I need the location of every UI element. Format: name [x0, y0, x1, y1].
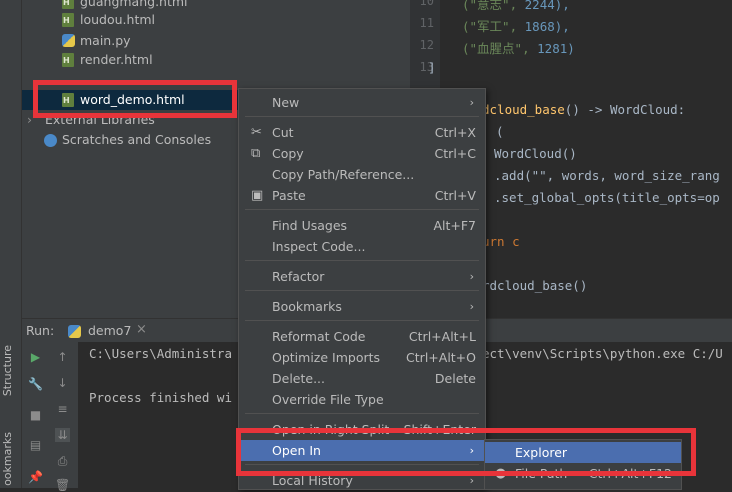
code-line: rdcloud_base() — [482, 278, 588, 293]
close-tab-icon[interactable]: × — [136, 322, 147, 337]
tree-item-label: loudou.html — [80, 12, 155, 27]
chevron-right-icon[interactable]: › — [27, 110, 32, 130]
menu-separator — [245, 290, 479, 291]
left-tool-strip: Structure ookmarks — [0, 0, 22, 488]
annotation-box-file — [33, 80, 237, 118]
chevron-right-icon: › — [469, 270, 474, 283]
code-line: urn c — [482, 234, 520, 249]
menu-item-copy-path[interactable]: Copy Path/Reference... — [239, 164, 485, 185]
code-line: WordCloud() — [494, 146, 577, 161]
menu-item-inspect-code[interactable]: Inspect Code... — [239, 236, 485, 257]
code-line: ("意志", 2244), — [462, 0, 570, 12]
wrench-icon[interactable]: 🔧 — [28, 377, 43, 391]
line-number: 10 — [419, 0, 434, 8]
console-line-suffix: ect\venv\Scripts\python.exe C:/U — [482, 346, 723, 361]
menu-separator — [245, 320, 479, 321]
scratches-icon — [44, 134, 57, 147]
soft-wrap-icon[interactable]: ≡ — [55, 402, 70, 416]
menu-item-override-file-type[interactable]: Override File Type — [239, 389, 485, 410]
menu-item-delete[interactable]: Delete... Delete — [239, 368, 485, 389]
line-number: 11 — [419, 16, 434, 30]
python-file-icon — [62, 34, 75, 47]
menu-separator — [245, 413, 479, 414]
menu-item-refactor[interactable]: Refactor › — [239, 266, 485, 287]
run-toolbar: ▶ 🔧 ■ ▤ 📌 — [22, 342, 50, 488]
console-line: C:\Users\Administra — [89, 346, 232, 361]
menu-separator — [245, 260, 479, 261]
scroll-to-end-icon[interactable]: ⇊ — [55, 428, 70, 442]
copy-icon: ⧉ — [251, 146, 261, 161]
menu-item-bookmarks[interactable]: Bookmarks › — [239, 296, 485, 317]
code-line: .set_global_opts(title_opts=op — [494, 190, 720, 205]
menu-item-find-usages[interactable]: Find Usages Alt+F7 — [239, 215, 485, 236]
menu-item-paste[interactable]: ▣ Paste Ctrl+V — [239, 185, 485, 206]
menu-separator — [245, 116, 479, 117]
python-icon — [68, 325, 81, 338]
run-tab-demo7[interactable]: demo7 — [88, 323, 131, 338]
structure-tab[interactable]: Structure — [1, 345, 19, 396]
menu-separator — [245, 209, 479, 210]
console-line: Process finished wi — [89, 390, 232, 405]
tree-item-label: render.html — [80, 52, 153, 67]
annotation-box-open-in — [236, 428, 696, 476]
pin-icon[interactable]: 📌 — [28, 470, 43, 484]
html-file-icon — [62, 11, 74, 31]
code-line: ] — [428, 60, 436, 75]
code-line: ( — [496, 124, 504, 139]
paste-icon: ▣ — [251, 188, 264, 203]
html-file-icon — [62, 51, 74, 71]
rerun-icon[interactable]: ▶ — [28, 350, 43, 364]
chevron-right-icon: › — [469, 300, 474, 313]
print-icon[interactable]: ⎙ — [55, 454, 70, 468]
tree-item-label: Scratches and Consoles — [62, 132, 212, 147]
code-line: dcloud_base() -> WordCloud: — [482, 102, 686, 117]
code-line: ("血腥点", 1281) — [462, 41, 575, 56]
tree-item-label: main.py — [80, 33, 131, 48]
menu-item-reformat-code[interactable]: Reformat Code Ctrl+Alt+L — [239, 326, 485, 347]
arrow-down-icon[interactable]: ↓ — [55, 376, 70, 390]
line-number: 12 — [419, 38, 434, 52]
scissors-icon: ✂ — [251, 125, 262, 140]
run-toolbar-secondary: ↑ ↓ ≡ ⇊ ⎙ 🗑 — [49, 342, 79, 492]
menu-item-cut[interactable]: ✂ Cut Ctrl+X — [239, 122, 485, 143]
code-line: .add("", words, word_size_rang — [494, 168, 720, 183]
trash-icon[interactable]: 🗑 — [55, 478, 70, 492]
menu-item-new[interactable]: New › — [239, 92, 485, 113]
menu-item-copy[interactable]: ⧉ Copy Ctrl+C — [239, 143, 485, 164]
arrow-up-icon[interactable]: ↑ — [55, 350, 70, 364]
code-line: ("军工", 1868), — [462, 19, 570, 34]
html-file-icon — [62, 0, 74, 13]
chevron-right-icon: › — [469, 96, 474, 109]
layout-icon[interactable]: ▤ — [28, 438, 43, 452]
menu-item-optimize-imports[interactable]: Optimize Imports Ctrl+Alt+O — [239, 347, 485, 368]
stop-icon[interactable]: ■ — [28, 408, 43, 422]
bookmarks-tab[interactable]: ookmarks — [1, 432, 19, 486]
run-label: Run: — [26, 323, 55, 338]
